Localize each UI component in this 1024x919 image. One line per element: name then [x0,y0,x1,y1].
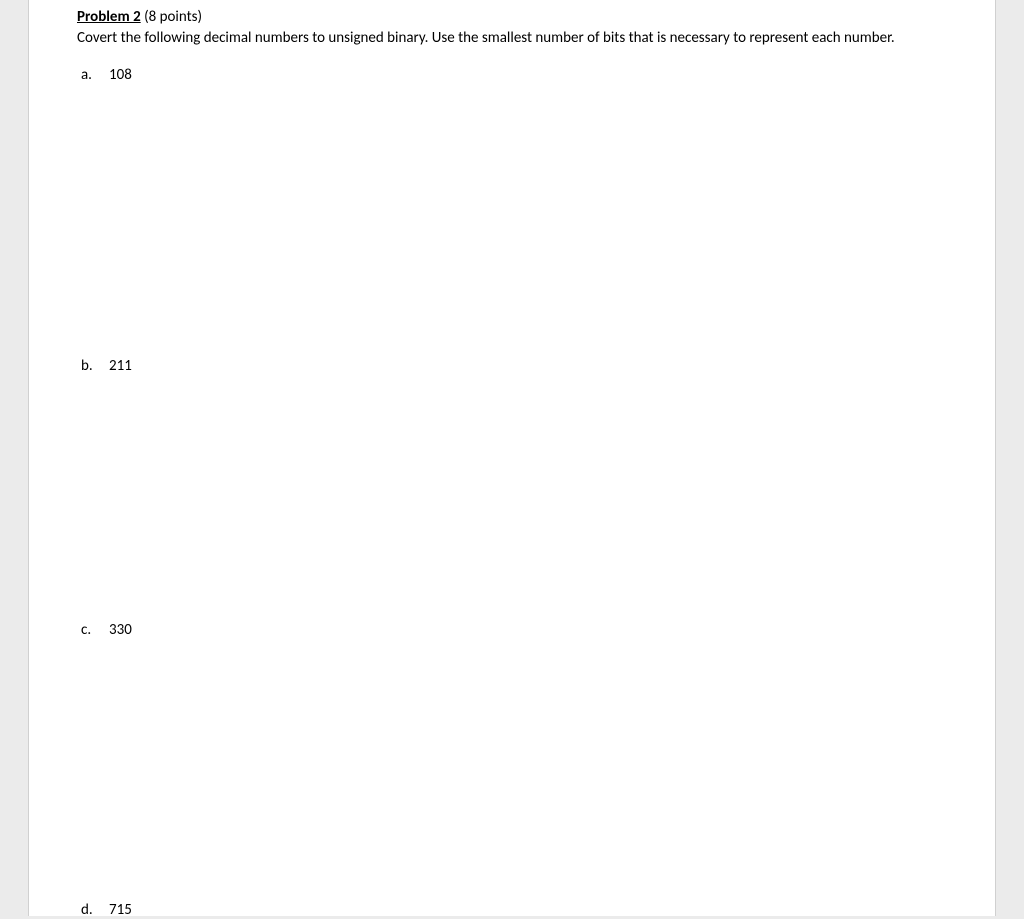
item-label: d. [81,901,95,919]
problem-instructions: Covert the following decimal numbers to … [77,28,947,48]
list-item: c. 330 [77,621,947,639]
document-page: Problem 2 (8 points) Covert the followin… [28,0,996,916]
list-item: a. 108 [77,66,947,84]
item-value: 211 [109,357,132,375]
list-item: b. 211 [77,357,947,375]
problem-header: Problem 2 (8 points) [77,8,947,26]
item-value: 108 [109,66,132,84]
item-label: a. [81,66,95,84]
item-label: c. [81,621,95,639]
list-item: d. 715 [77,901,947,919]
problem-items: a. 108 b. 211 c. 330 d. 715 [77,66,947,919]
problem-points: (8 points) [144,8,202,26]
item-value: 715 [109,901,132,919]
item-value: 330 [109,621,132,639]
problem-title: Problem 2 [77,8,141,26]
item-label: b. [81,357,95,375]
